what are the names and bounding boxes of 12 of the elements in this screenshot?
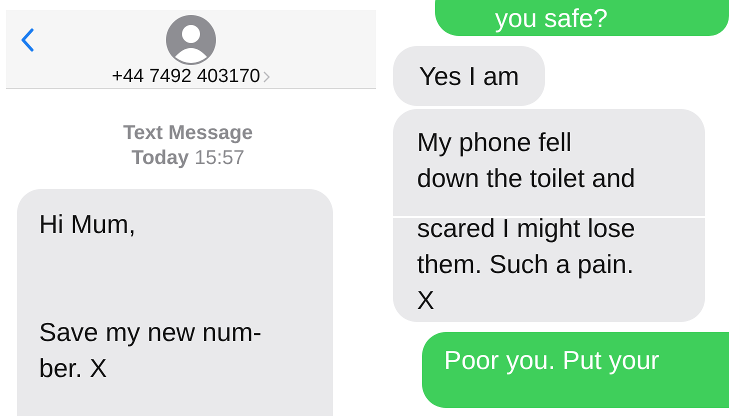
incoming-message-bubble: Yes I am bbox=[393, 46, 546, 106]
message-service: Text Message bbox=[122, 121, 254, 145]
message-timestamp: Today 15:57 bbox=[130, 146, 246, 171]
incoming-message-bubble: My phone fell down the toilet and bbox=[393, 109, 705, 216]
incoming-message-bubble: scared I might lose them. Such a pain. X bbox=[393, 218, 705, 322]
chevron-icon bbox=[263, 71, 270, 83]
outgoing-message-bubble: you safe? bbox=[435, 0, 729, 36]
contact-number[interactable]: +44 7492 403170 bbox=[112, 66, 270, 88]
outgoing-message-bubble: Poor you. Put your bbox=[422, 332, 729, 408]
incoming-message-bubble: Hi Mum, Save my new num- ber. X bbox=[17, 189, 333, 416]
back-icon[interactable] bbox=[20, 28, 34, 52]
avatar-icon[interactable] bbox=[166, 15, 216, 65]
